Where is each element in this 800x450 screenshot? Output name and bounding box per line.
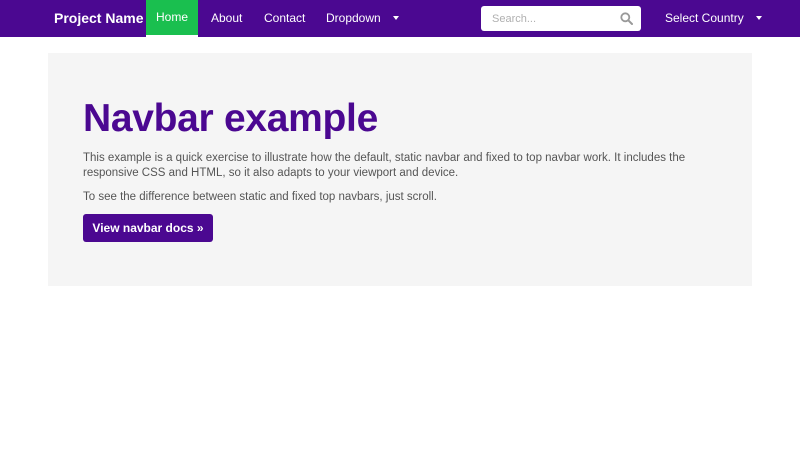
search-box <box>481 6 641 31</box>
caret-down-icon <box>755 15 762 20</box>
caret-down-icon <box>392 15 399 20</box>
jumbotron: Navbar example This example is a quick e… <box>48 53 752 286</box>
page-title: Navbar example <box>83 97 378 140</box>
search-icon[interactable] <box>620 12 633 25</box>
nav-link-about[interactable]: About <box>211 0 242 37</box>
scroll-paragraph: To see the difference between static and… <box>83 191 437 203</box>
intro-paragraph: This example is a quick exercise to illu… <box>83 152 686 179</box>
top-navbar: Project Name Home About Contact Dropdown… <box>0 0 800 37</box>
nav-link-home[interactable]: Home <box>146 0 198 37</box>
country-select[interactable]: Select Country <box>665 0 762 37</box>
country-select-label: Select Country <box>665 11 744 25</box>
view-navbar-docs-button[interactable]: View navbar docs » <box>83 214 213 242</box>
dropdown-label: Dropdown <box>326 11 381 25</box>
nav-dropdown-toggle[interactable]: Dropdown <box>326 0 399 37</box>
brand-link[interactable]: Project Name <box>54 0 143 37</box>
search-input[interactable] <box>481 6 617 31</box>
nav-link-contact[interactable]: Contact <box>264 0 305 37</box>
